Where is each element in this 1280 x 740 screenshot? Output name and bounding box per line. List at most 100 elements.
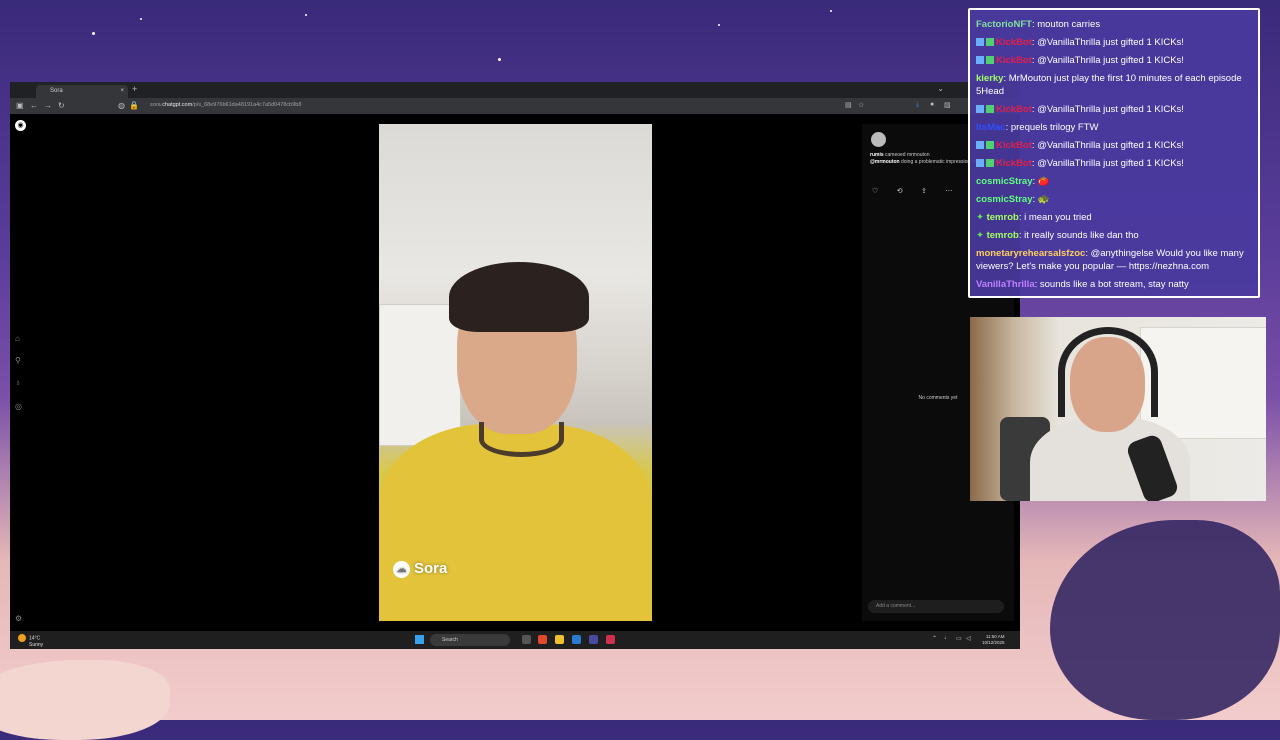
chat-text: @VanillaThrilla just gifted 1 KICKs! [1037,140,1184,151]
back-icon[interactable]: ← [30,101,38,110]
settings-icon[interactable]: ⚙ [15,614,22,623]
shirt-collar [479,422,564,457]
obs-icon[interactable] [589,635,598,644]
taskbar: 14°C Sunny Search ⌃ ♩ ▭ ◁ 11:50 AM 10/12/… [10,631,1020,649]
chat-message: FactorioNFT: mouton carries [976,18,1252,31]
sun-icon [18,634,26,642]
sidebar-toggle-icon[interactable]: ▣ [16,101,24,110]
badge-icon [976,105,984,113]
badge-icon [986,38,994,46]
webcam-feed [970,317,1266,501]
task-view-icon[interactable] [522,635,531,644]
chat-message: ✦ temrob: i mean you tried [976,211,1252,224]
badge-icon [986,56,994,64]
app-icon[interactable] [572,635,581,644]
avatar[interactable] [871,132,886,147]
firefox-icon[interactable] [538,635,547,644]
extension-icon[interactable]: ● [930,101,934,108]
forward-icon[interactable]: → [44,101,52,110]
browser-window: Sora × + ⌄ ▣ ← → ↻ ◍ 🔒 sora.chatgpt.com/… [10,82,1020,649]
chat-message: KickBot: @VanillaThrilla just gifted 1 K… [976,157,1252,170]
star-badge-icon: ✦ [976,212,987,223]
new-tab-button[interactable]: + [132,84,137,94]
chat-message: VanillaThrilla: sounds like a bot stream… [976,278,1252,291]
bell-icon[interactable]: ♁ [15,378,21,387]
more-icon[interactable]: ⋯ [945,188,952,195]
bookmark-star-icon[interactable]: ☆ [858,101,864,109]
chat-username: ItsMac [976,122,1006,133]
sora-logo-icon[interactable]: ◉ [15,120,26,131]
sora-watermark: ☁ Sora [393,560,447,578]
weather-widget[interactable]: 14°C Sunny [18,634,43,648]
file-explorer-icon[interactable] [555,635,564,644]
dresser-background [1140,327,1266,439]
chat-text: MrMouton just play the first 10 minutes … [976,73,1242,97]
profile-icon[interactable]: ◎ [15,402,22,411]
reader-icon[interactable]: ▤ [845,101,852,109]
video-player[interactable]: ☁ Sora [379,124,652,621]
chat-username: KickBot [996,55,1032,66]
chat-overlay: FactorioNFT: mouton carries KickBot: @Van… [968,8,1260,298]
chat-username: FactorioNFT [976,19,1032,30]
chat-message: KickBot: @VanillaThrilla just gifted 1 K… [976,54,1252,67]
tab-close-button[interactable]: × [120,85,124,98]
chat-username: KickBot [996,104,1032,115]
cloud-decoration [0,660,170,740]
chat-message: KickBot: @VanillaThrilla just gifted 1 K… [976,36,1252,49]
browser-tab[interactable]: Sora × [36,85,128,98]
chat-username: cosmicStray [976,176,1033,187]
chat-message: kierky: MrMouton just play the first 10 … [976,72,1252,98]
remix-icon[interactable]: ⟲ [897,188,903,195]
star-decoration [92,32,95,35]
chat-text: @VanillaThrilla just gifted 1 KICKs! [1037,104,1184,115]
chat-username: monetaryrehearsalsfzoc [976,248,1086,259]
chat-text: @VanillaThrilla just gifted 1 KICKs! [1037,37,1184,48]
network-icon[interactable]: ▭ [956,635,962,642]
chat-text: 🍅 [1037,176,1050,187]
chrome-icon[interactable] [606,635,615,644]
chevron-down-icon[interactable]: ⌄ [937,84,944,93]
puzzle-icon[interactable]: ▨ [944,101,951,109]
badge-icon [976,141,984,149]
share-icon[interactable]: ⇪ [921,188,927,195]
badge-icon [986,105,994,113]
chat-message: ItsMac: prequels trilogy FTW [976,121,1252,134]
star-decoration [498,58,501,61]
tray-chevron-icon[interactable]: ⌃ [932,635,937,642]
reload-icon[interactable]: ↻ [58,101,65,110]
url-field[interactable]: sora.chatgpt.com/p/s_68e976b61da48191a4c… [150,102,301,108]
dresser-background [379,304,461,446]
badge-icon [986,159,994,167]
start-button[interactable] [415,635,424,644]
chat-username: VanillaThrilla [976,279,1035,290]
clock[interactable]: 11:50 AM 10/12/2025 [982,634,1005,646]
badge-icon [986,141,994,149]
like-icon[interactable]: ♡ [872,188,878,195]
home-icon[interactable]: ⌂ [15,334,20,343]
star-badge-icon: ✦ [976,230,987,241]
search-icon[interactable]: ⚲ [15,356,21,365]
star-decoration [830,10,832,12]
star-decoration [718,24,720,26]
site-info-icon[interactable]: ◍ [118,101,125,110]
chat-text: sounds like a bot stream, stay natty [1039,279,1189,290]
mic-icon[interactable]: ♩ [944,635,950,641]
address-bar: ▣ ← → ↻ ◍ 🔒 sora.chatgpt.com/p/s_68e976b… [10,98,1020,114]
lock-icon: 🔒 [129,101,139,110]
star-decoration [140,18,142,20]
volume-icon[interactable]: ◁ [966,635,971,642]
chat-username: KickBot [996,140,1032,151]
chat-text: it really sounds like dan tho [1024,230,1139,241]
chat-message: KickBot: @VanillaThrilla just gifted 1 K… [976,103,1252,116]
chat-text: @VanillaThrilla just gifted 1 KICKs! [1037,55,1184,66]
chat-message: KickBot: @VanillaThrilla just gifted 1 K… [976,139,1252,152]
sora-cloud-icon: ☁ [393,560,410,578]
taskbar-search[interactable]: Search [430,634,510,646]
tab-title: Sora [50,88,63,94]
chat-text: prequels trilogy FTW [1010,122,1099,133]
chat-username: temrob [986,212,1019,223]
comment-input[interactable]: Add a comment... [868,600,1004,613]
chat-text: 🐢 [1037,194,1050,205]
download-icon[interactable]: ⤓ [916,101,919,109]
badge-icon [976,56,984,64]
